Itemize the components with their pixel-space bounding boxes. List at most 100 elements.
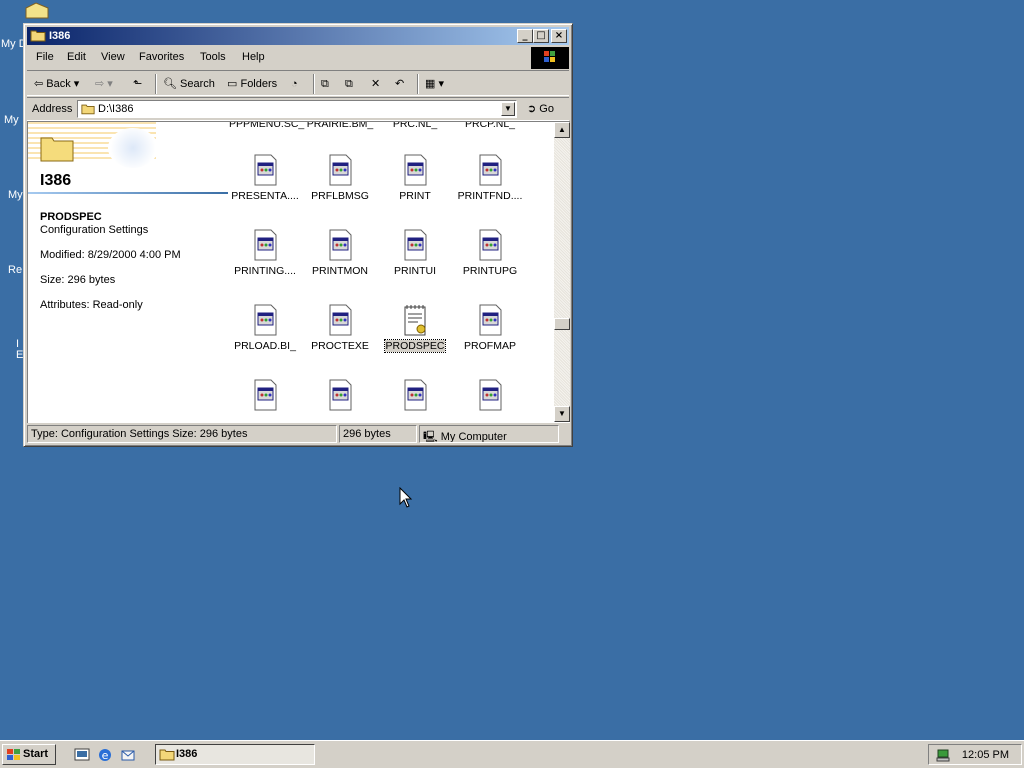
desktop-icon-my-computer[interactable]: My [4, 114, 19, 126]
title-bar[interactable]: I386 _ □ × [27, 27, 569, 45]
taskbar-button-label: I386 [176, 748, 198, 760]
file-label: PRINT [399, 190, 431, 202]
toolbar-separator [155, 74, 157, 94]
window-title: I386 [49, 30, 71, 42]
up-folder-icon: ⬑ [133, 78, 143, 90]
desktop-folder-icon [25, 2, 49, 19]
file-item[interactable]: PRLOAD.BI_ [228, 304, 302, 352]
desktop-icon-my-network[interactable]: My [8, 189, 23, 201]
scroll-down-button[interactable]: ▼ [554, 406, 570, 422]
scroll-up-button[interactable]: ▲ [554, 122, 570, 138]
outlook-express-icon[interactable] [120, 747, 136, 763]
file-item[interactable]: PRINTUI [378, 229, 452, 277]
history-button[interactable]: ◔ [291, 76, 298, 92]
file-item[interactable]: PRINT [378, 154, 452, 202]
file-item[interactable]: PROCTEXE [303, 304, 377, 352]
copy-to-button[interactable]: ⧉ [345, 76, 353, 92]
menu-bar: File Edit View Favorites Tools Help [27, 48, 569, 68]
menu-edit[interactable]: Edit [67, 51, 86, 63]
file-item[interactable] [228, 379, 302, 411]
undo-button[interactable]: ↶ [395, 76, 404, 92]
file-item[interactable]: PROFMAP [453, 304, 527, 352]
selected-file-attributes: Attributes: Read-only [40, 299, 143, 311]
toolbar-separator [417, 74, 419, 94]
menu-favorites[interactable]: Favorites [139, 51, 184, 63]
file-item[interactable]: PRCP.NL_ [453, 121, 527, 130]
address-bar: Address D:\I386 ▼ ➲ Go [27, 97, 569, 121]
close-button[interactable]: × [551, 29, 567, 43]
file-item[interactable]: PRINTFND.... [453, 154, 527, 202]
title-underline [28, 192, 228, 194]
status-size: 296 bytes [339, 425, 417, 443]
menu-tools[interactable]: Tools [200, 51, 226, 63]
menu-help[interactable]: Help [242, 51, 265, 63]
file-label: PRODSPEC [383, 339, 447, 353]
file-label: PRCP.NL_ [465, 121, 515, 130]
views-button[interactable]: ▦ ▾ [425, 76, 444, 92]
back-arrow-icon: ⇦ [34, 78, 44, 90]
file-icon [479, 229, 502, 261]
file-label: PRC.NL_ [392, 121, 438, 130]
folder-icon [30, 30, 46, 42]
taskbar: Start e I386 12:05 PM [0, 740, 1024, 768]
folder-title: I386 [40, 172, 72, 189]
vertical-scrollbar[interactable]: ▲ ▼ [554, 122, 570, 422]
up-folder-button[interactable]: ⬑ [133, 76, 142, 92]
start-button[interactable]: Start [2, 744, 56, 765]
forward-button[interactable]: ⇨ ▾ [95, 76, 113, 92]
folders-button[interactable]: ▭ Folders [227, 76, 277, 92]
selected-file-modified: Modified: 8/29/2000 4:00 PM [40, 249, 181, 261]
network-tray-icon[interactable] [935, 747, 951, 763]
file-item[interactable]: PRINTING.... [228, 229, 302, 277]
file-item[interactable] [378, 379, 452, 411]
selected-file-name: PRODSPEC [40, 211, 102, 223]
file-item[interactable]: PRODSPEC [378, 304, 452, 353]
back-button[interactable]: ⇦ Back ▾ [34, 76, 79, 92]
scroll-thumb[interactable] [554, 318, 570, 330]
history-icon: ◔ [291, 78, 298, 90]
file-icon [404, 229, 427, 261]
system-tray: 12:05 PM [928, 744, 1022, 765]
menu-file[interactable]: File [36, 51, 54, 63]
file-item[interactable]: PPPMENU.SC_ [228, 121, 305, 130]
delete-x-icon: ✕ [371, 78, 381, 90]
file-icon [479, 304, 502, 336]
status-zone: 🖳︎ My Computer [419, 425, 559, 443]
address-input[interactable]: D:\I386 ▼ [77, 100, 517, 118]
folder-view: I386 PRODSPEC Configuration Settings Mod… [27, 121, 570, 423]
move-to-icon: ⧉ [321, 78, 329, 90]
desktop-icon-recycle-bin[interactable]: Re [8, 264, 22, 276]
selected-file-size: Size: 296 bytes [40, 274, 116, 286]
file-item[interactable]: PRC.NL_ [378, 121, 452, 130]
file-item[interactable]: PRESENTA.... [228, 154, 302, 202]
file-label: PRAIRIE.BM_ [306, 121, 374, 130]
minimize-button[interactable]: _ [517, 29, 533, 43]
clock[interactable]: 12:05 PM [962, 749, 1009, 761]
file-icon [254, 304, 277, 336]
undo-icon: ↶ [395, 78, 405, 90]
maximize-button[interactable]: □ [533, 29, 549, 43]
file-item[interactable]: PRFLBMSG [303, 154, 377, 202]
address-dropdown-button[interactable]: ▼ [501, 102, 515, 116]
search-button[interactable]: 🔍︎ Search [163, 76, 215, 92]
file-item[interactable] [303, 379, 377, 411]
show-desktop-icon[interactable] [74, 747, 90, 763]
internet-explorer-icon[interactable]: e [97, 747, 113, 763]
status-info: Type: Configuration Settings Size: 296 b… [27, 425, 337, 443]
move-to-button[interactable]: ⧉ [321, 76, 329, 92]
file-item[interactable]: PRAIRIE.BM_ [303, 121, 377, 130]
details-pane: I386 PRODSPEC Configuration Settings Mod… [28, 122, 228, 422]
views-grid-icon: ▦ [425, 78, 436, 90]
menu-view[interactable]: View [101, 51, 125, 63]
file-item[interactable] [453, 379, 527, 411]
file-icon [404, 154, 427, 186]
taskbar-button-i386[interactable]: I386 [155, 744, 315, 765]
mouse-cursor-icon [399, 487, 413, 508]
file-icon [254, 379, 277, 411]
file-item[interactable]: PRINTUPG [453, 229, 527, 277]
delete-button[interactable]: ✕ [371, 76, 380, 92]
file-item[interactable]: PRINTMON [303, 229, 377, 277]
file-label: PRINTFND.... [457, 190, 523, 202]
file-label: PPPMENU.SC_ [229, 121, 305, 130]
go-button[interactable]: ➲ Go [527, 102, 554, 115]
